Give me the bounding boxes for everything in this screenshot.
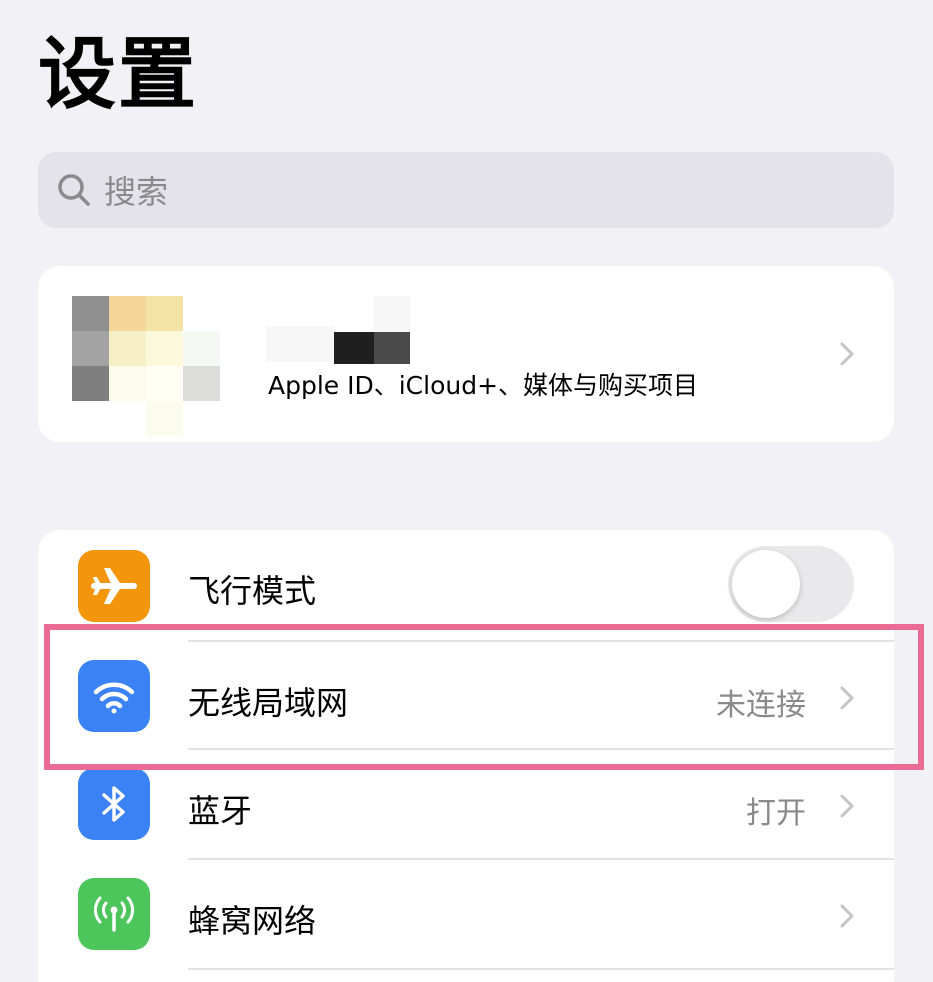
- settings-row-value: 打开: [746, 796, 806, 831]
- bluetooth-icon: [78, 768, 150, 840]
- search-bar[interactable]: 搜索: [38, 152, 894, 228]
- search-placeholder: 搜索: [104, 173, 169, 211]
- toggle-knob: [732, 550, 800, 618]
- chevron-right-icon: [840, 342, 854, 366]
- airplane-icon: [78, 550, 150, 622]
- profile-subtitle: Apple ID、iCloud+、媒体与购买项目: [268, 371, 699, 400]
- profile-card[interactable]: Apple ID、iCloud+、媒体与购买项目: [38, 266, 894, 442]
- settings-row-label: 蓝牙: [188, 792, 253, 830]
- chevron-right-icon: [840, 794, 854, 818]
- airplane-mode-toggle[interactable]: [728, 546, 854, 622]
- chevron-right-icon: [840, 904, 854, 928]
- settings-row-label: 蜂窝网络: [188, 902, 317, 940]
- wifi-highlight-box: [44, 624, 924, 770]
- settings-row-label: 飞行模式: [188, 572, 317, 610]
- search-icon: [58, 174, 90, 206]
- row-separator: [188, 968, 894, 970]
- avatar: [72, 296, 222, 436]
- page-title: 设置: [38, 30, 199, 120]
- cellular-antenna-icon: [78, 878, 150, 950]
- profile-name-redacted: [266, 296, 411, 364]
- settings-row-cellular[interactable]: 蜂窝网络: [38, 860, 894, 970]
